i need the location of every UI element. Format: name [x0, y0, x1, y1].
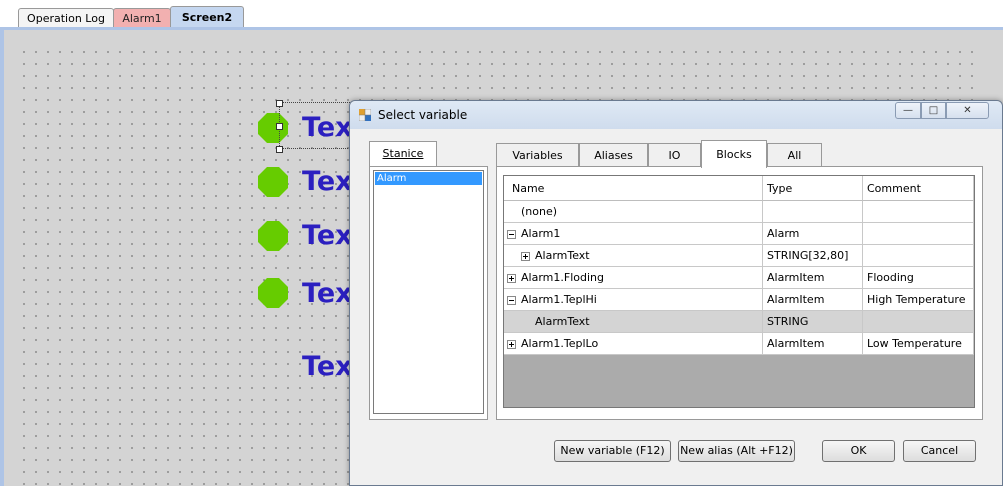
cell-type: AlarmItem [763, 267, 863, 289]
tab-aliases[interactable]: Aliases [579, 143, 648, 167]
new-variable-button[interactable]: New variable (F12) [554, 440, 671, 462]
cell-comment: Flooding [863, 267, 974, 289]
cell-name: Alarm1.Floding [504, 267, 763, 289]
blocks-panel: Name Type Comment (none) Alarm1 Alarm Al… [496, 166, 983, 420]
cell-type: STRING[32,80] [763, 245, 863, 267]
cell-name: (none) [504, 201, 763, 223]
cell-name: Alarm1.TeplLo [504, 333, 763, 355]
cell-name: AlarmText [504, 311, 763, 333]
tab-variables[interactable]: Variables [496, 143, 579, 167]
column-header-type[interactable]: Type [763, 176, 863, 201]
cell-type [763, 201, 863, 223]
column-header-name[interactable]: Name [504, 176, 763, 201]
cell-type: AlarmItem [763, 289, 863, 311]
close-button[interactable]: ✕ [946, 102, 989, 119]
grid-header: Name Type Comment [504, 176, 974, 201]
cell-type: STRING [763, 311, 863, 333]
resize-handle[interactable] [276, 123, 283, 130]
tab-aliases-label: Aliases [594, 149, 633, 162]
tab-io[interactable]: IO [648, 143, 701, 167]
maximize-button[interactable]: □ [921, 102, 946, 119]
tab-blocks-label: Blocks [716, 148, 752, 161]
collapse-icon[interactable] [507, 229, 516, 239]
cell-name-text: Alarm1.Floding [521, 271, 604, 284]
resize-handle[interactable] [276, 100, 283, 107]
cell-name-text: Alarm1.TeplLo [521, 337, 599, 350]
collapse-icon[interactable] [507, 295, 516, 305]
cell-comment: Low Temperature [863, 333, 974, 355]
select-variable-dialog: Select variable — □ ✕ Stanice Alarm Vari… [349, 100, 1003, 486]
cell-comment [863, 223, 974, 245]
variables-grid[interactable]: Name Type Comment (none) Alarm1 Alarm Al… [503, 175, 975, 408]
selection-frame-top [280, 102, 350, 103]
cell-name-text: Alarm1 [521, 227, 561, 240]
table-row-selected[interactable]: AlarmText STRING [504, 311, 974, 333]
cell-name-text: Alarm1.TeplHi [521, 293, 597, 306]
table-row[interactable]: Alarm1.TeplLo AlarmItem Low Temperature [504, 333, 974, 355]
tab-screen2[interactable]: Screen2 [170, 6, 244, 28]
cell-type: AlarmItem [763, 333, 863, 355]
dialog-title: Select variable [378, 108, 468, 122]
tab-alarm1[interactable]: Alarm1 [113, 8, 171, 28]
tab-variables-label: Variables [512, 149, 563, 162]
stations-list[interactable]: Alarm [373, 170, 484, 414]
expand-icon[interactable] [507, 273, 516, 283]
tab-blocks[interactable]: Blocks [701, 140, 767, 168]
minimize-button[interactable]: — [895, 102, 921, 119]
tab-operation-log[interactable]: Operation Log [18, 8, 114, 28]
cell-name: AlarmText [504, 245, 763, 267]
expand-icon[interactable] [521, 251, 530, 261]
cell-comment [863, 201, 974, 223]
new-alias-button[interactable]: New alias (Alt +F12) [678, 440, 795, 462]
tab-all[interactable]: All [767, 143, 822, 167]
dialog-titlebar[interactable]: Select variable — □ ✕ [350, 101, 1002, 129]
stations-panel: Alarm [369, 166, 488, 420]
station-item-alarm[interactable]: Alarm [375, 172, 482, 185]
tab-stanice-label: Stanice [382, 147, 424, 160]
app-icon [359, 109, 371, 121]
lamp-indicator[interactable] [258, 167, 288, 197]
cell-type: Alarm [763, 223, 863, 245]
cell-comment [863, 245, 974, 267]
column-header-comment[interactable]: Comment [863, 176, 974, 201]
expand-icon[interactable] [507, 339, 516, 349]
cell-comment [863, 311, 974, 333]
table-row[interactable]: Alarm1.Floding AlarmItem Flooding [504, 267, 974, 289]
lamp-indicator[interactable] [258, 113, 288, 143]
tab-all-label: All [787, 149, 802, 162]
cell-name: Alarm1.TeplHi [504, 289, 763, 311]
table-row[interactable]: AlarmText STRING[32,80] [504, 245, 974, 267]
table-row[interactable]: Alarm1.TeplHi AlarmItem High Temperature [504, 289, 974, 311]
table-row[interactable]: (none) [504, 201, 974, 223]
ok-button[interactable]: OK [822, 440, 895, 462]
table-row[interactable]: Alarm1 Alarm [504, 223, 974, 245]
resize-handle[interactable] [276, 146, 283, 153]
tab-io-label: IO [668, 149, 681, 162]
lamp-indicator[interactable] [258, 278, 288, 308]
lamp-indicator[interactable] [258, 221, 288, 251]
cell-name: Alarm1 [504, 223, 763, 245]
cancel-button[interactable]: Cancel [903, 440, 976, 462]
tab-stanice[interactable]: Stanice [369, 141, 437, 167]
document-tab-strip: Operation Log Alarm1 Screen2 [0, 0, 1003, 28]
cell-name-text: AlarmText [535, 249, 590, 262]
cell-comment: High Temperature [863, 289, 974, 311]
selection-frame-bottom [280, 148, 350, 149]
